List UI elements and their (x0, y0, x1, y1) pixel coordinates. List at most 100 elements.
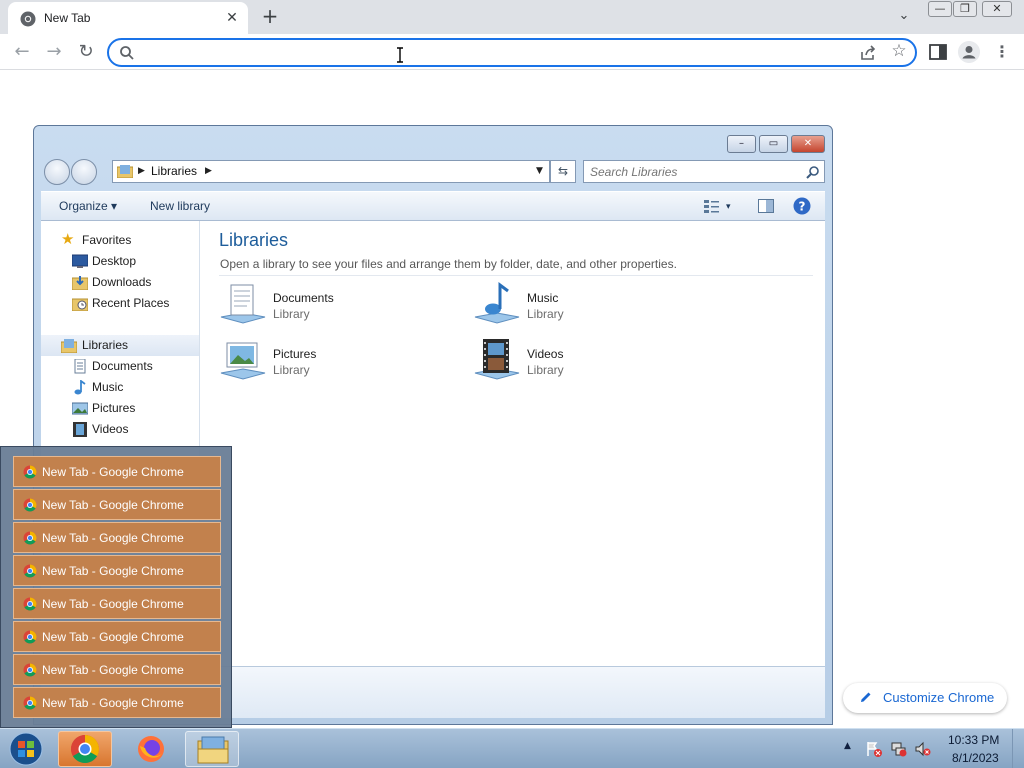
explorer-back-forward (42, 159, 100, 185)
library-type: Library (273, 307, 310, 321)
volume-muted-icon[interactable] (915, 741, 931, 757)
back-button[interactable]: ← (10, 41, 34, 65)
taskbar-window-item[interactable]: New Tab - Google Chrome (13, 555, 221, 586)
explorer-forward-button[interactable] (71, 159, 97, 185)
start-button-icon[interactable] (5, 731, 47, 767)
organize-button[interactable]: Organize ▾ (59, 199, 117, 213)
explorer-refresh-button[interactable]: ⇆ (550, 160, 576, 183)
nav-item-videos[interactable]: Videos (41, 419, 199, 440)
taskbar-window-item[interactable]: New Tab - Google Chrome (13, 522, 221, 553)
show-desktop-button[interactable] (1012, 729, 1024, 768)
command-bar: Organize ▾ New library ▾ ? (41, 191, 825, 221)
reload-button[interactable]: ↻ (74, 41, 98, 65)
nav-label: Videos (92, 422, 129, 436)
tab-search-icon[interactable]: ⌄ (894, 8, 914, 26)
view-options-icon[interactable] (704, 199, 720, 213)
share-icon[interactable] (859, 44, 877, 62)
help-icon[interactable]: ? (793, 197, 811, 215)
search-icon[interactable] (806, 165, 820, 179)
windows-taskbar: ▲ 10:33 PM 8/1/2023 (0, 728, 1024, 768)
bookmark-star-icon[interactable]: ☆ (890, 43, 908, 61)
explorer-back-button[interactable] (44, 159, 70, 185)
explorer-maximize-button[interactable]: ▭ (759, 135, 788, 153)
nav-item-pictures[interactable]: Pictures (41, 398, 199, 419)
profile-avatar-icon[interactable] (958, 41, 980, 63)
tab-new-tab[interactable]: New Tab ✕ (8, 2, 248, 34)
taskbar-window-item[interactable]: New Tab - Google Chrome (13, 588, 221, 619)
chrome-icon (23, 564, 37, 578)
music-icon (74, 380, 86, 395)
explorer-address-bar[interactable]: ▶ Libraries ▶ ▼ (112, 160, 550, 183)
libraries-main-pane: Libraries Open a library to see your fil… (201, 221, 825, 666)
nav-label: Libraries (82, 338, 129, 352)
library-item-pictures[interactable]: Pictures Library (219, 337, 449, 387)
nav-label: Downloads (92, 275, 152, 289)
address-dropdown-icon[interactable]: ▼ (536, 166, 543, 176)
omnibox[interactable]: ☆ (107, 38, 917, 67)
customize-chrome-button[interactable]: Customize Chrome (843, 683, 1007, 713)
tab-close-icon[interactable]: ✕ (222, 8, 242, 28)
nav-item-downloads[interactable]: Downloads (41, 272, 199, 293)
pencil-icon (861, 692, 871, 702)
breadcrumb-libraries[interactable]: Libraries (151, 164, 197, 178)
taskbar-explorer-button[interactable] (185, 731, 239, 767)
taskbar-window-title: New Tab - Google Chrome (42, 663, 184, 677)
chrome-favicon-icon (20, 11, 36, 27)
taskbar-firefox-button[interactable] (124, 731, 178, 767)
library-name: Music (527, 291, 559, 305)
nav-favorites[interactable]: ★ Favorites (41, 230, 199, 251)
taskbar-window-title: New Tab - Google Chrome (42, 465, 184, 479)
videos-library-icon (474, 339, 520, 380)
new-library-button[interactable]: New library (150, 199, 210, 213)
taskbar-window-item[interactable]: New Tab - Google Chrome (13, 489, 221, 520)
recent-places-icon (72, 298, 88, 311)
preview-pane-icon[interactable] (758, 199, 774, 213)
taskbar-window-title: New Tab - Google Chrome (42, 630, 184, 644)
explorer-folder-icon (197, 736, 229, 764)
explorer-close-button[interactable]: ✕ (791, 135, 825, 153)
new-tab-button[interactable]: + (258, 6, 282, 28)
text-cursor-icon (397, 47, 403, 63)
nav-item-desktop[interactable]: Desktop (41, 251, 199, 272)
taskbar-window-item[interactable]: New Tab - Google Chrome (13, 654, 221, 685)
library-item-documents[interactable]: Documents Library (219, 281, 449, 331)
chrome-icon (23, 498, 37, 512)
window-close-button[interactable]: ✕ (982, 1, 1012, 17)
chrome-icon (23, 630, 37, 644)
taskbar-chrome-button[interactable] (58, 731, 112, 767)
view-dropdown-icon[interactable]: ▾ (726, 201, 731, 212)
library-type: Library (527, 307, 564, 321)
taskbar-window-item[interactable]: New Tab - Google Chrome (13, 687, 221, 718)
library-item-music[interactable]: Music Library (473, 281, 703, 331)
action-center-flag-icon[interactable] (866, 741, 882, 757)
search-input[interactable] (590, 163, 800, 180)
clock-date[interactable]: 8/1/2023 (952, 751, 999, 765)
pictures-library-icon (220, 342, 266, 380)
nav-label: Desktop (92, 254, 137, 268)
window-minimize-button[interactable]: — (928, 1, 952, 17)
svg-text:?: ? (799, 200, 806, 214)
network-icon[interactable] (891, 741, 907, 757)
tray-overflow-icon[interactable]: ▲ (844, 741, 851, 751)
clock-time[interactable]: 10:33 PM (948, 733, 999, 747)
taskbar-window-item[interactable]: New Tab - Google Chrome (13, 456, 221, 487)
documents-library-icon (220, 284, 266, 324)
nav-label: Pictures (92, 401, 136, 415)
chrome-icon (23, 597, 37, 611)
breadcrumb-arrow-icon[interactable]: ▶ (205, 166, 212, 176)
side-panel-icon[interactable] (929, 44, 947, 60)
taskbar-window-item[interactable]: New Tab - Google Chrome (13, 621, 221, 652)
nav-item-music[interactable]: Music (41, 377, 199, 398)
nav-item-recent-places[interactable]: Recent Places (41, 293, 199, 314)
omnibox-input[interactable] (141, 43, 841, 63)
chrome-menu-icon[interactable]: ⋮ (994, 43, 1010, 63)
chrome-icon (71, 735, 99, 763)
nav-item-documents[interactable]: Documents (41, 356, 199, 377)
taskbar-window-title: New Tab - Google Chrome (42, 531, 184, 545)
library-item-videos[interactable]: Videos Library (473, 337, 703, 387)
explorer-minimize-button[interactable]: – (727, 135, 756, 153)
forward-button[interactable]: → (42, 41, 66, 65)
nav-libraries[interactable]: Libraries (41, 335, 199, 356)
window-restore-button[interactable]: ❐ (953, 1, 977, 17)
explorer-search-box[interactable] (583, 160, 825, 183)
